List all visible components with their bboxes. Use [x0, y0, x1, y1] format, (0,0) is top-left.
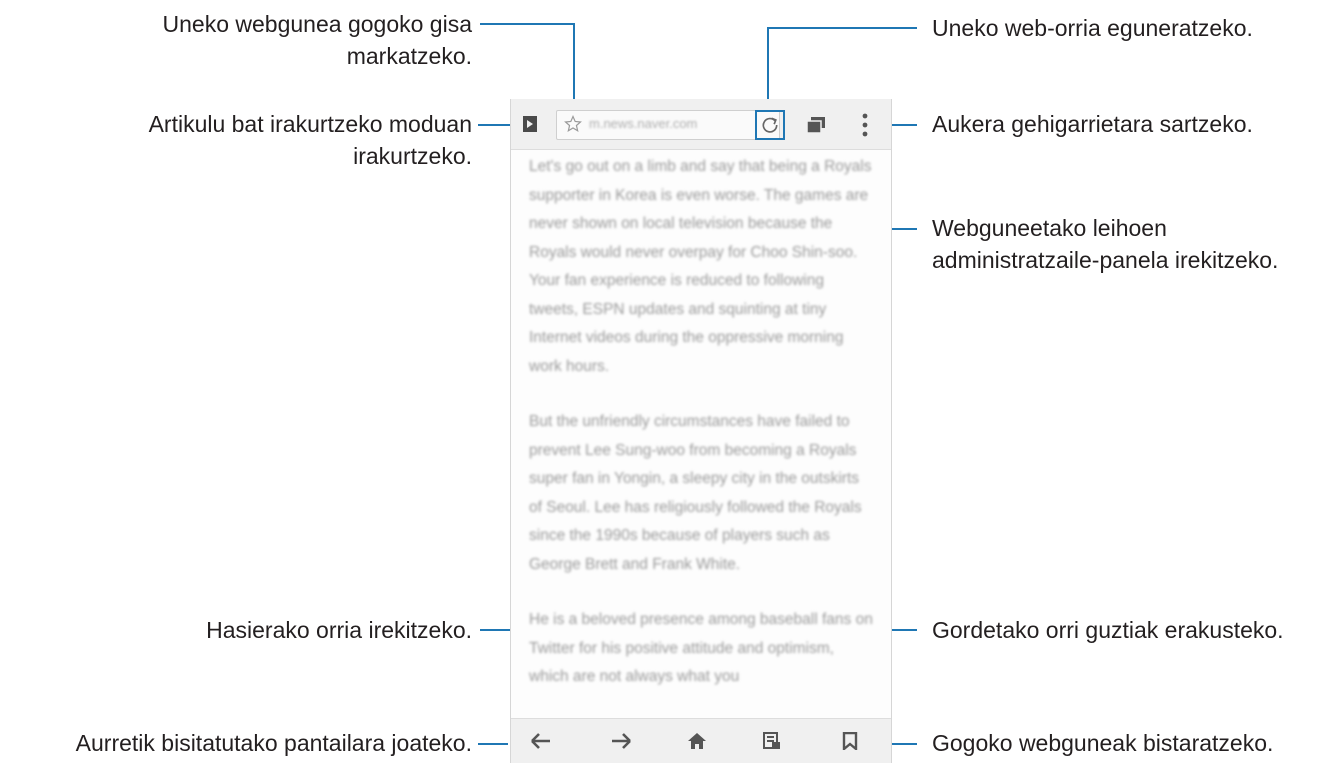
callout-reader-mode-line1: Artikulu bat irakurtzeko moduan	[148, 111, 472, 137]
article-paragraph-1: Let's go out on a limb and say that bein…	[529, 158, 872, 375]
callout-window-manager-line1: Webguneetako leihoen	[932, 215, 1167, 241]
callout-bookmark-page-line1: Uneko webgunea gogoko gisa	[162, 11, 472, 37]
reader-mode-icon[interactable]	[519, 113, 541, 135]
callout-refresh: Uneko web-orria eguneratzeko.	[932, 12, 1253, 44]
forward-arrow-icon[interactable]	[607, 729, 635, 753]
callout-window-manager: Webguneetako leihoen administratzaile-pa…	[932, 212, 1278, 276]
leader-refresh-h	[767, 27, 917, 29]
refresh-icon[interactable]	[755, 110, 785, 140]
callout-reader-mode-line2: irakurtzeko.	[353, 143, 472, 169]
article-paragraph-3: He is a beloved presence among baseball …	[529, 611, 873, 685]
star-icon[interactable]	[563, 114, 583, 134]
leader-backforward-h	[478, 743, 508, 745]
page-content: Let's go out on a limb and say that bein…	[529, 153, 874, 719]
saved-pages-icon[interactable]	[758, 729, 786, 753]
url-text: m.news.naver.com	[589, 116, 698, 131]
callout-refresh-text: Uneko web-orria eguneratzeko.	[932, 15, 1253, 41]
callout-window-manager-line2: administratzaile-panela irekitzeko.	[932, 247, 1279, 273]
callout-bookmarks: Gogoko webguneak bistaratzeko.	[932, 727, 1273, 759]
back-arrow-icon[interactable]	[527, 729, 555, 753]
home-icon[interactable]	[683, 729, 711, 753]
callout-more-options: Aukera gehigarrietara sartzeko.	[932, 108, 1253, 140]
leader-refresh-v	[767, 27, 769, 108]
callout-more-options-text: Aukera gehigarrietara sartzeko.	[932, 111, 1253, 137]
browser-bottom-bar	[511, 718, 891, 763]
more-options-icon[interactable]	[855, 111, 875, 139]
windows-icon[interactable]	[803, 112, 829, 138]
callout-back-forward-text: Aurretik bisitatutako pantailara joateko…	[75, 730, 472, 756]
bookmarks-icon[interactable]	[836, 729, 864, 753]
callout-bookmark-page-line2: markatzeko.	[346, 43, 472, 69]
leader-bookmark-v	[573, 23, 575, 110]
callout-saved-pages: Gordetako orri guztiak erakusteko.	[932, 614, 1284, 646]
browser-screen: m.news.naver.com Let's go out on a limb …	[510, 99, 892, 763]
callout-bookmarks-text: Gogoko webguneak bistaratzeko.	[932, 730, 1274, 756]
browser-toolbar: m.news.naver.com	[511, 99, 891, 150]
leader-bookmark-h	[480, 23, 575, 25]
url-field[interactable]: m.news.naver.com	[556, 110, 780, 140]
callout-saved-pages-text: Gordetako orri guztiak erakusteko.	[932, 617, 1284, 643]
article-paragraph-2: But the unfriendly circumstances have fa…	[529, 413, 862, 573]
callout-home: Hasierako orria irekitzeko.	[206, 614, 472, 646]
callout-home-text: Hasierako orria irekitzeko.	[206, 617, 472, 643]
callout-back-forward: Aurretik bisitatutako pantailara joateko…	[76, 727, 472, 759]
callout-bookmark-page: Uneko webgunea gogoko gisa markatzeko.	[163, 8, 472, 72]
callout-reader-mode: Artikulu bat irakurtzeko moduan irakurtz…	[149, 108, 472, 172]
